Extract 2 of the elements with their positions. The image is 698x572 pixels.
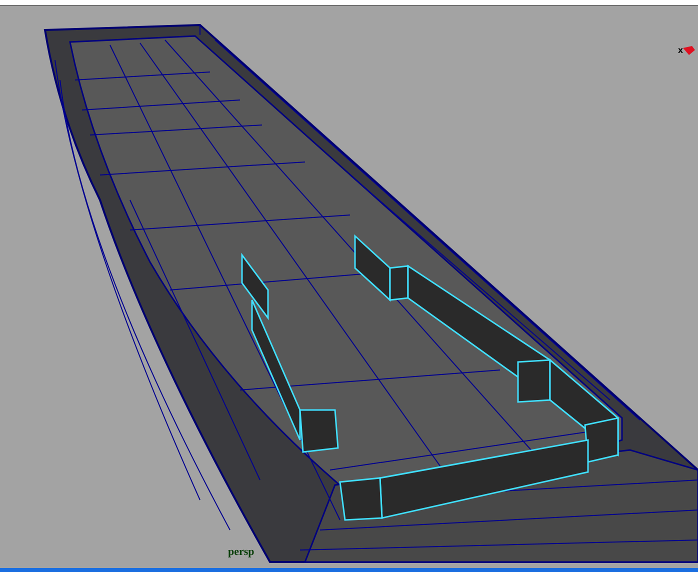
- camera-label: persp: [228, 547, 254, 558]
- axis-label: x: [678, 46, 684, 55]
